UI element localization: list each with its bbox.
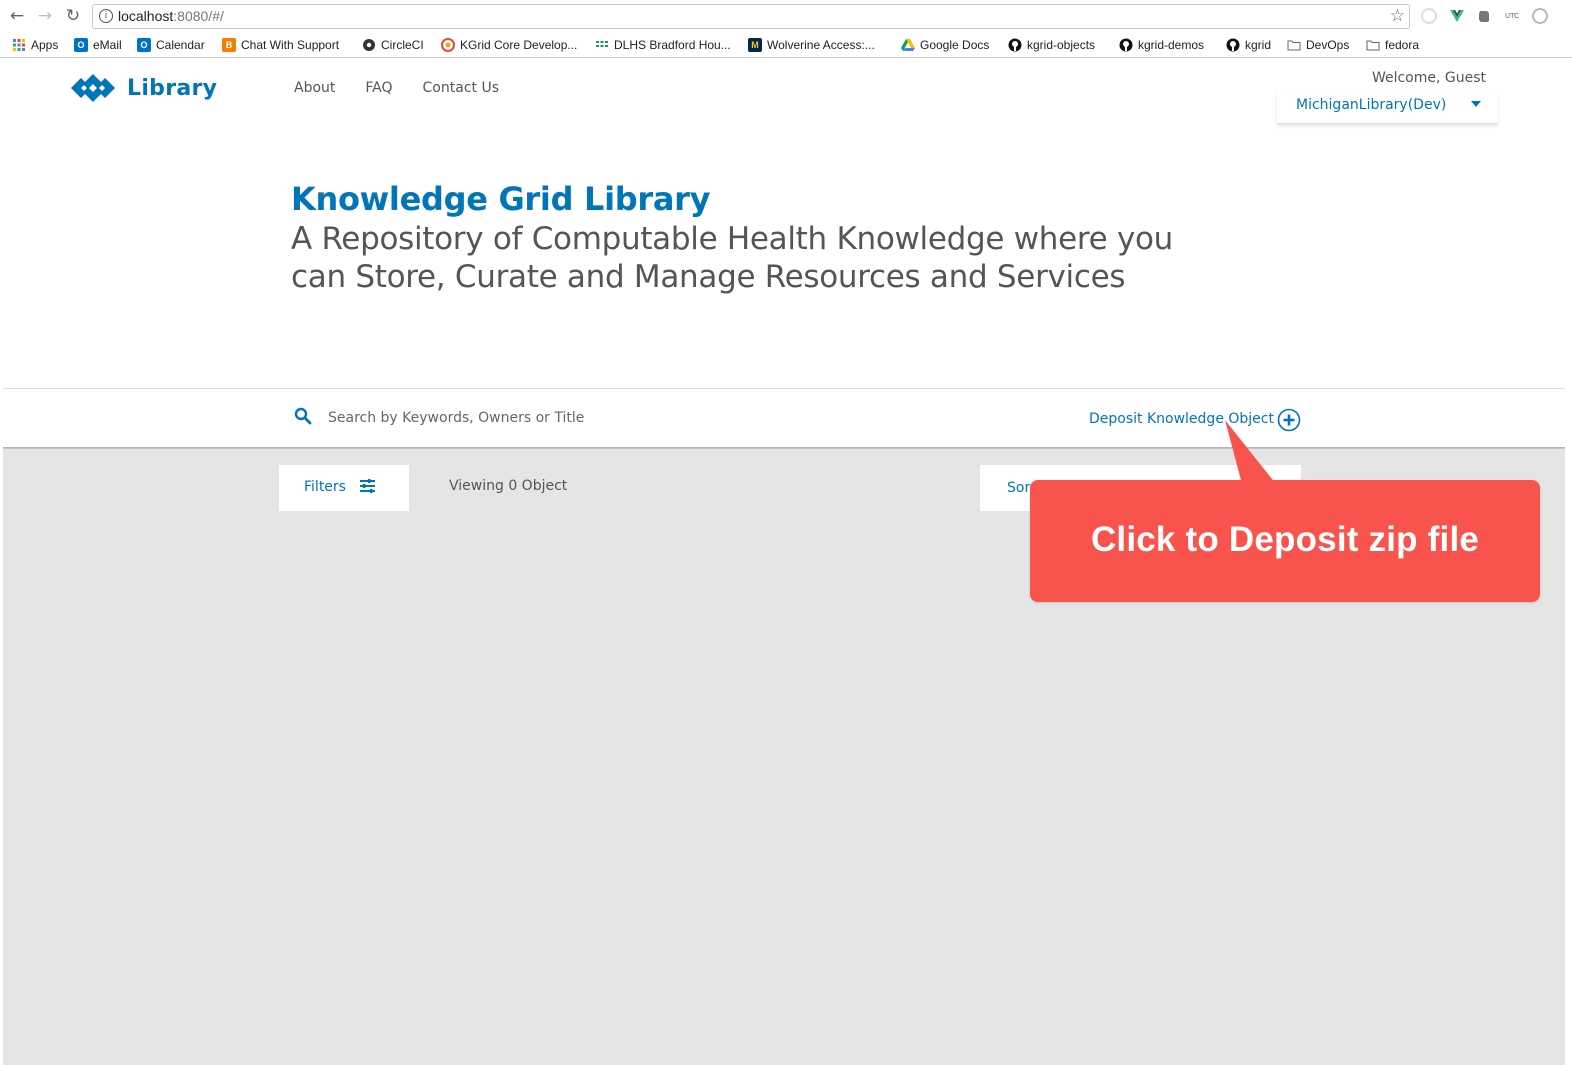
extension-circle-icon[interactable] [1532, 8, 1548, 24]
github-icon [1119, 38, 1133, 52]
logo-text: Library [127, 75, 218, 101]
github-icon [1226, 38, 1240, 52]
apps-grid-icon [12, 38, 26, 52]
page-subtitle: A Repository of Computable Health Knowle… [291, 221, 1174, 295]
nav-about[interactable]: About [294, 80, 335, 96]
caret-down-icon [1471, 101, 1481, 107]
bookmarks-bar: Apps OeMail O Calendar B Chat With Support… [0, 34, 1572, 56]
filters-label: Filters [304, 479, 346, 495]
callout-text: Click to Deposit zip file [1090, 520, 1480, 559]
browser-chrome: ← → ↻ i localhost:8080/#/ ☆ UTC Apps OeM… [0, 0, 1572, 58]
bookmark-google-docs[interactable]: Google Docs [901, 37, 989, 53]
nav-faq[interactable]: FAQ [365, 80, 392, 96]
back-arrow-icon[interactable]: ← [7, 6, 27, 26]
outlook-calendar-icon: O [137, 38, 151, 52]
bookmark-star-icon[interactable]: ☆ [1390, 6, 1405, 26]
main-nav: About FAQ Contact Us [294, 80, 529, 96]
utc-clock-icon[interactable]: UTC [1504, 8, 1520, 24]
search-bar: Deposit Knowledge Object [3, 388, 1565, 448]
address-row: ← → ↻ i localhost:8080/#/ ☆ UTC [0, 0, 1572, 33]
kgrid-logo-icon [71, 74, 115, 102]
callout-annotation: Click to Deposit zip file [1030, 480, 1540, 602]
bookmark-dlhs-bradford[interactable]: DLHS Bradford Hou... [595, 37, 731, 53]
url-text[interactable]: localhost:8080/#/ [118, 8, 224, 24]
google-drive-icon [901, 38, 915, 52]
bookmark-calendar[interactable]: O Calendar [137, 37, 205, 53]
michigan-m-icon: M [748, 38, 762, 52]
nav-contact-us[interactable]: Contact Us [423, 80, 499, 96]
bookmark-apps[interactable]: Apps [12, 37, 58, 53]
search-icon[interactable] [294, 407, 312, 425]
circleci-icon [362, 38, 376, 52]
filters-button[interactable]: Filters [279, 465, 409, 511]
bookmark-devops[interactable]: DevOps [1287, 37, 1349, 53]
sheets-grid-icon [595, 38, 609, 52]
bookmark-wolverine-access[interactable]: M Wolverine Access:... [748, 37, 875, 53]
callout-pointer [1225, 420, 1276, 484]
filter-sliders-icon [360, 479, 375, 493]
bookmark-circleci[interactable]: CircleCI [362, 37, 424, 53]
evernote-icon[interactable] [1476, 8, 1492, 24]
folder-icon [1287, 38, 1301, 52]
vue-devtools-icon[interactable] [1449, 8, 1465, 24]
address-bar[interactable]: i localhost:8080/#/ ☆ [92, 4, 1410, 29]
folder-icon [1366, 38, 1380, 52]
sort-label: Sor [1007, 480, 1031, 496]
search-input[interactable] [328, 406, 1028, 430]
github-icon [1008, 38, 1022, 52]
page-title: Knowledge Grid Library [291, 180, 711, 218]
kgrid-icon [441, 38, 455, 52]
bookmark-kgrid-objects[interactable]: kgrid-objects [1008, 37, 1095, 53]
hero: Knowledge Grid Library A Repository of C… [291, 180, 1291, 296]
welcome-text: Welcome, Guest [1371, 70, 1486, 86]
result-count: Viewing 0 Object [449, 478, 568, 494]
outlook-icon: O [74, 38, 88, 52]
extension-icon[interactable] [1421, 8, 1437, 24]
bookmark-chat-with-support[interactable]: B Chat With Support [222, 37, 339, 53]
bookmark-email[interactable]: OeMail [74, 37, 122, 53]
blogger-icon: B [222, 38, 236, 52]
library-select[interactable]: MichiganLibrary(Dev) [1277, 92, 1498, 124]
bookmark-kgrid-demos[interactable]: kgrid-demos [1119, 37, 1204, 53]
bookmark-kgrid-core[interactable]: KGrid Core Develop... [441, 37, 577, 53]
forward-arrow-icon[interactable]: → [35, 6, 55, 26]
info-icon[interactable]: i [99, 9, 113, 23]
app-header: Library About FAQ Contact Us Welcome, Gu… [0, 58, 1572, 128]
reload-icon[interactable]: ↻ [63, 6, 83, 26]
bookmark-kgrid[interactable]: kgrid [1226, 37, 1271, 53]
library-select-value: MichiganLibrary(Dev) [1296, 97, 1447, 113]
logo[interactable]: Library [69, 72, 217, 104]
bookmark-fedora[interactable]: fedora [1366, 37, 1419, 53]
